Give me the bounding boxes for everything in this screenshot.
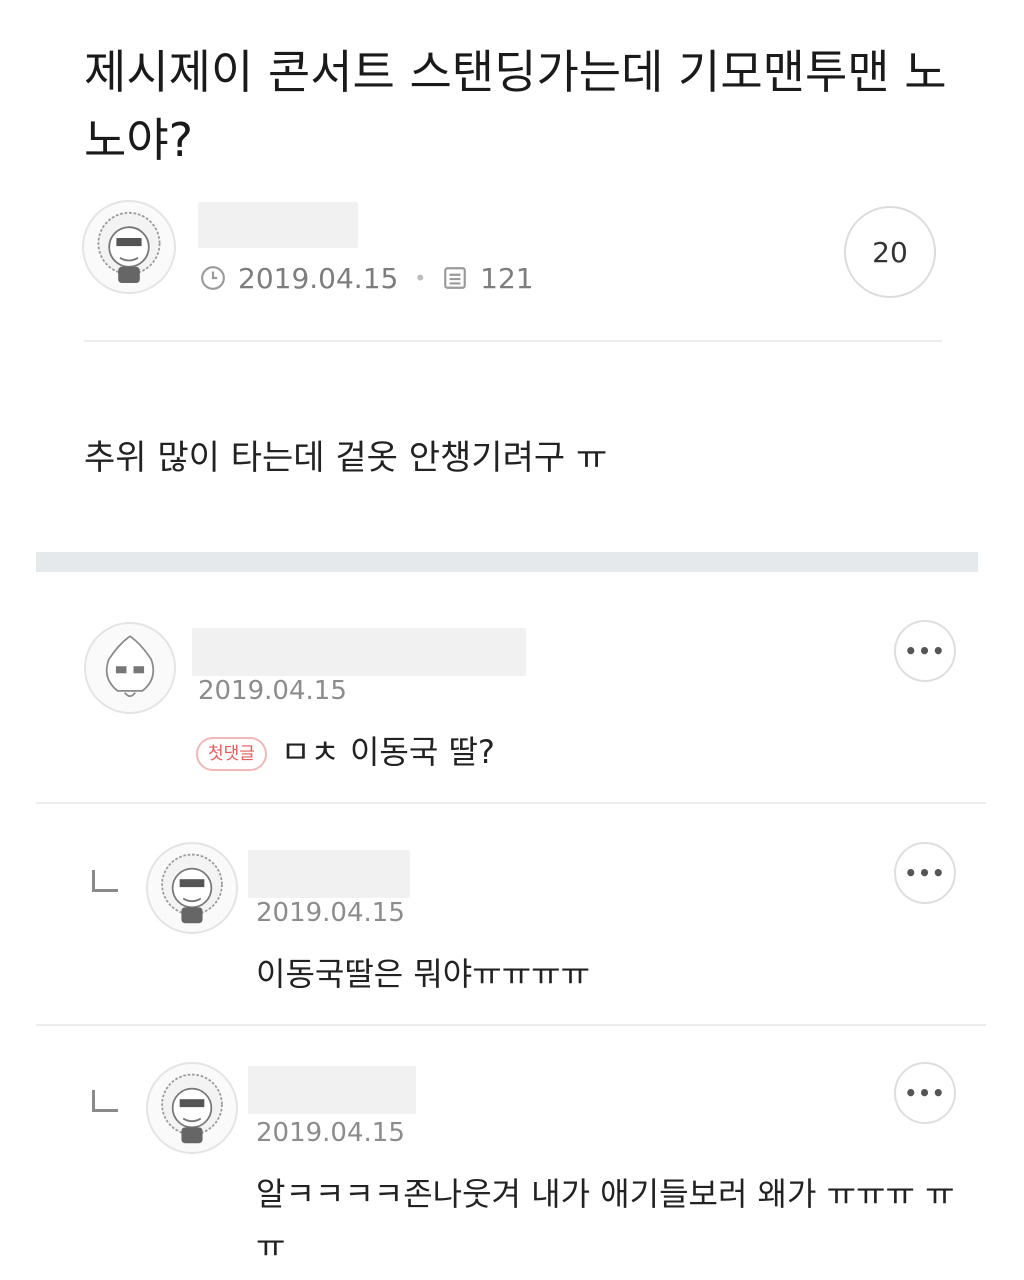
author-avatar[interactable] <box>82 200 176 294</box>
comment-count-value: 20 <box>872 235 908 269</box>
post-body: 추위 많이 타는데 겉옷 안챙기려구 ㅠ <box>84 438 608 478</box>
comment-author-name <box>248 850 410 898</box>
more-icon-dots: ••• <box>904 1081 946 1105</box>
comment-text-row: 첫댓글 ㅁㅊ 이동국 딸? <box>196 726 916 778</box>
avatar-character-icon <box>105 635 155 698</box>
reply-arrow-icon <box>92 1090 118 1112</box>
document-icon <box>444 267 466 289</box>
clock-icon <box>201 266 225 290</box>
comment-text: 알ㅋㅋㅋㅋ존나웃겨 내가 애기들보러 왜가 ㅠㅠㅠ ㅠㅠ <box>256 1175 955 1265</box>
more-icon[interactable]: ••• <box>894 1062 956 1124</box>
section-separator <box>36 552 978 572</box>
more-icon-dots: ••• <box>904 861 946 885</box>
more-icon-dots: ••• <box>904 639 946 663</box>
header-divider <box>84 340 942 342</box>
comment-count-button[interactable]: 20 <box>844 206 936 298</box>
author-name <box>198 202 358 248</box>
avatar-character-icon <box>161 1073 223 1144</box>
comment-divider <box>36 1024 986 1026</box>
comment-avatar[interactable] <box>146 842 238 934</box>
comment-date: 2019.04.15 <box>256 898 405 928</box>
comment-date: 2019.04.15 <box>256 1118 405 1148</box>
comment-avatar[interactable] <box>146 1062 238 1154</box>
post-meta: 2019.04.15 • 121 <box>200 258 534 298</box>
reply-arrow-icon <box>92 870 118 892</box>
first-comment-badge: 첫댓글 <box>196 737 267 771</box>
comment-author-name <box>192 628 526 676</box>
comment-text: 이동국딸은 뭐야ㅠㅠㅠㅠ <box>256 955 591 993</box>
comment-divider <box>36 802 986 804</box>
post-title: 제시제이 콘서트 스탠딩가는데 기모맨투맨 노노야? <box>84 45 947 167</box>
comment-avatar[interactable] <box>84 622 176 714</box>
post-views: 121 <box>480 261 534 295</box>
comment-date: 2019.04.15 <box>198 676 347 706</box>
more-icon[interactable]: ••• <box>894 620 956 682</box>
post-date: 2019.04.15 <box>238 261 399 295</box>
meta-separator: • <box>414 266 427 290</box>
comment-text: ㅁㅊ 이동국 딸? <box>280 733 495 771</box>
avatar-character-icon <box>161 853 223 924</box>
comment-author-name <box>248 1066 416 1114</box>
more-icon[interactable]: ••• <box>894 842 956 904</box>
avatar-character-icon <box>97 211 161 283</box>
